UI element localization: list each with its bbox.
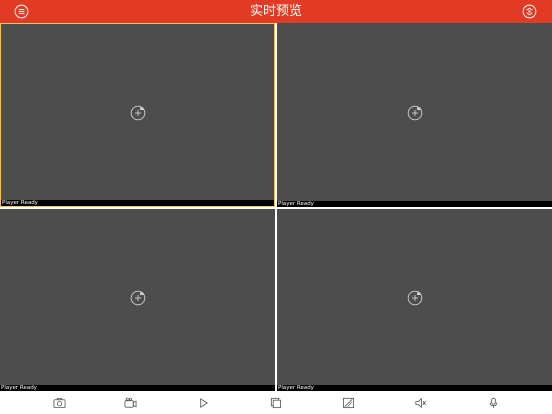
- player-status-bar: Player Ready: [277, 201, 552, 207]
- player-window[interactable]: Player Ready: [277, 209, 552, 391]
- player-status-text: Player Ready: [1, 385, 37, 391]
- play-icon[interactable]: [197, 397, 210, 409]
- top-bar: 实时预览: [0, 0, 552, 23]
- player-status-bar: Player Ready: [0, 385, 275, 391]
- player-status-text: Player Ready: [278, 201, 314, 207]
- mute-icon[interactable]: [414, 397, 427, 409]
- player-status-bar: Player Ready: [277, 385, 552, 391]
- player-status-text: Player Ready: [278, 385, 314, 391]
- player-status-text: Player Ready: [2, 200, 38, 206]
- add-camera-icon[interactable]: [407, 105, 423, 121]
- bottom-toolbar: [0, 392, 552, 414]
- add-camera-icon[interactable]: [130, 290, 146, 306]
- player-window[interactable]: Player Ready: [277, 23, 552, 207]
- player-window[interactable]: Player Ready: [0, 23, 275, 207]
- snapshot-icon[interactable]: [53, 397, 66, 409]
- window-split-icon[interactable]: [269, 397, 282, 409]
- microphone-icon[interactable]: [487, 397, 500, 409]
- record-icon[interactable]: [124, 397, 137, 409]
- add-camera-icon[interactable]: [407, 290, 423, 306]
- player-grid: Player Ready Player Ready Player Ready P…: [0, 23, 552, 391]
- player-window[interactable]: Player Ready: [0, 209, 275, 391]
- page-title: 实时预览: [249, 4, 302, 19]
- camera-switch-icon[interactable]: [522, 4, 537, 19]
- image-quality-icon[interactable]: [342, 397, 355, 409]
- player-status-bar: Player Ready: [1, 200, 274, 206]
- live-preview-app: 实时预览 Player Ready Player Ready Player Re…: [0, 0, 552, 414]
- add-camera-icon[interactable]: [130, 105, 146, 121]
